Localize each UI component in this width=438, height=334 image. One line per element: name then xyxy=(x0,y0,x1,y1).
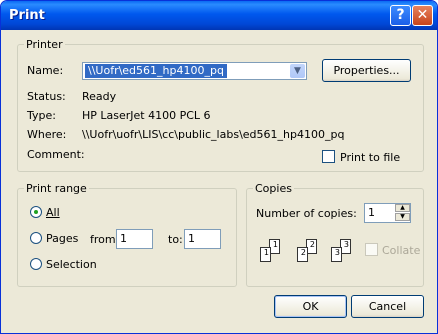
copies-group: Copies xyxy=(246,182,424,287)
to-page-input[interactable]: 1 xyxy=(184,229,221,249)
number-of-copies-label: Number of copies: xyxy=(256,207,357,220)
spin-up-icon[interactable]: ▲ xyxy=(395,204,410,212)
print-to-file-label[interactable]: Print to file xyxy=(340,151,400,164)
range-selection-label[interactable]: Selection xyxy=(46,258,97,271)
ok-label: OK xyxy=(302,300,319,313)
from-label: from: xyxy=(90,233,120,246)
status-value: Ready xyxy=(82,90,117,103)
name-label-text: Name: xyxy=(27,64,64,77)
range-pages-label[interactable]: Pages xyxy=(46,232,78,245)
copies-legend: Copies xyxy=(255,182,292,195)
comment-label: Comment: xyxy=(27,148,85,161)
name-label: Name: xyxy=(27,64,63,77)
printer-name-value: \\Uofr\ed561_hp4100_pq xyxy=(85,64,227,78)
where-label: Where: xyxy=(27,128,67,141)
collate-page-icon: 3 xyxy=(331,247,342,262)
range-all-label[interactable]: All xyxy=(46,206,60,219)
title-bar[interactable]: Print ? ✕ xyxy=(1,1,437,30)
collate-label[interactable]: Collate xyxy=(382,244,420,257)
cancel-button[interactable]: Cancel xyxy=(351,295,424,318)
print-range-legend: Print range xyxy=(26,182,87,195)
printer-legend: Printer xyxy=(26,38,63,51)
properties-button[interactable]: Properties... xyxy=(322,59,411,82)
collate-page-icon: 1 xyxy=(260,247,271,262)
where-value: \\Uofr\uofr\LIS\cc\public_labs\ed561_hp4… xyxy=(82,128,345,141)
spin-down-icon[interactable]: ▼ xyxy=(395,213,410,221)
print-to-file-checkbox[interactable] xyxy=(322,150,335,163)
type-label: Type: xyxy=(27,109,56,122)
help-button[interactable]: ? xyxy=(390,5,411,26)
range-selection-radio[interactable] xyxy=(30,258,42,270)
from-page-input[interactable]: 1 xyxy=(116,229,153,249)
collate-checkbox[interactable] xyxy=(365,243,378,256)
to-label: to: xyxy=(168,233,183,246)
close-button[interactable]: ✕ xyxy=(412,5,433,26)
cancel-label: Cancel xyxy=(368,300,407,313)
status-label: Status: xyxy=(27,90,66,103)
printer-name-select[interactable]: \\Uofr\ed561_hp4100_pq ▼ xyxy=(82,62,307,80)
range-all-radio[interactable] xyxy=(30,206,42,218)
range-pages-radio[interactable] xyxy=(30,232,42,244)
chevron-down-icon[interactable]: ▼ xyxy=(290,64,305,78)
collate-page-icon: 2 xyxy=(297,247,308,262)
ok-button[interactable]: OK xyxy=(274,295,347,318)
print-dialog: Print ? ✕ Printer Name: \\Uofr\ed561_hp4… xyxy=(0,0,438,334)
type-value: HP LaserJet 4100 PCL 6 xyxy=(82,109,211,122)
properties-label: Properties... xyxy=(333,64,400,77)
window-title: Print xyxy=(9,8,45,23)
